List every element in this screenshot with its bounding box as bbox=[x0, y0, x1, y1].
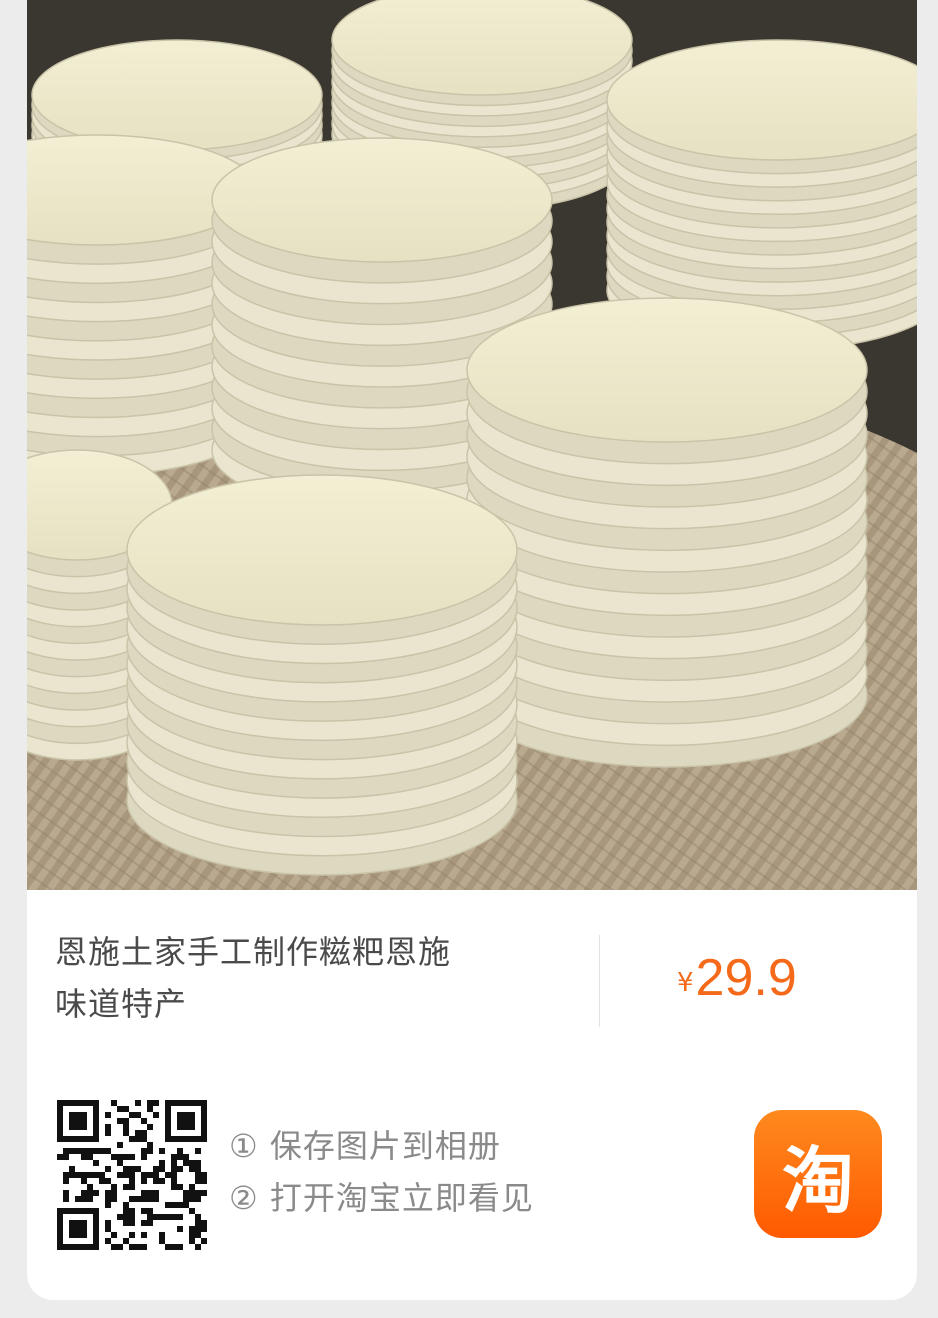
price-currency: ¥ bbox=[677, 968, 694, 998]
product-price: ¥29.9 bbox=[677, 948, 797, 1008]
share-card: 恩施土家手工制作糍粑恩施 味道特产 ¥29.9 ① 保存图片到相册 ② 打开淘宝… bbox=[27, 0, 917, 1300]
product-info: 恩施土家手工制作糍粑恩施 味道特产 ¥29.9 bbox=[27, 890, 917, 1060]
qr-code-icon[interactable] bbox=[57, 1100, 207, 1250]
divider bbox=[599, 935, 600, 1027]
price-value: 29.9 bbox=[695, 949, 797, 1007]
product-title-line1: 恩施土家手工制作糍粑恩施 bbox=[55, 933, 452, 971]
instruction-step-2: ② 打开淘宝立即看见 bbox=[229, 1179, 534, 1217]
taobao-logo-glyph: 淘 bbox=[781, 1138, 854, 1223]
product-title[interactable]: 恩施土家手工制作糍粑恩施 味道特产 bbox=[55, 926, 575, 1030]
instruction-step-1: ① 保存图片到相册 bbox=[229, 1127, 501, 1165]
product-title-line2: 味道特产 bbox=[55, 985, 188, 1023]
instructions: ① 保存图片到相册 ② 打开淘宝立即看见 bbox=[229, 1120, 534, 1224]
taobao-app-icon[interactable]: 淘 bbox=[754, 1110, 882, 1238]
product-photo bbox=[27, 0, 917, 890]
scan-section: ① 保存图片到相册 ② 打开淘宝立即看见 淘 bbox=[27, 1090, 917, 1260]
